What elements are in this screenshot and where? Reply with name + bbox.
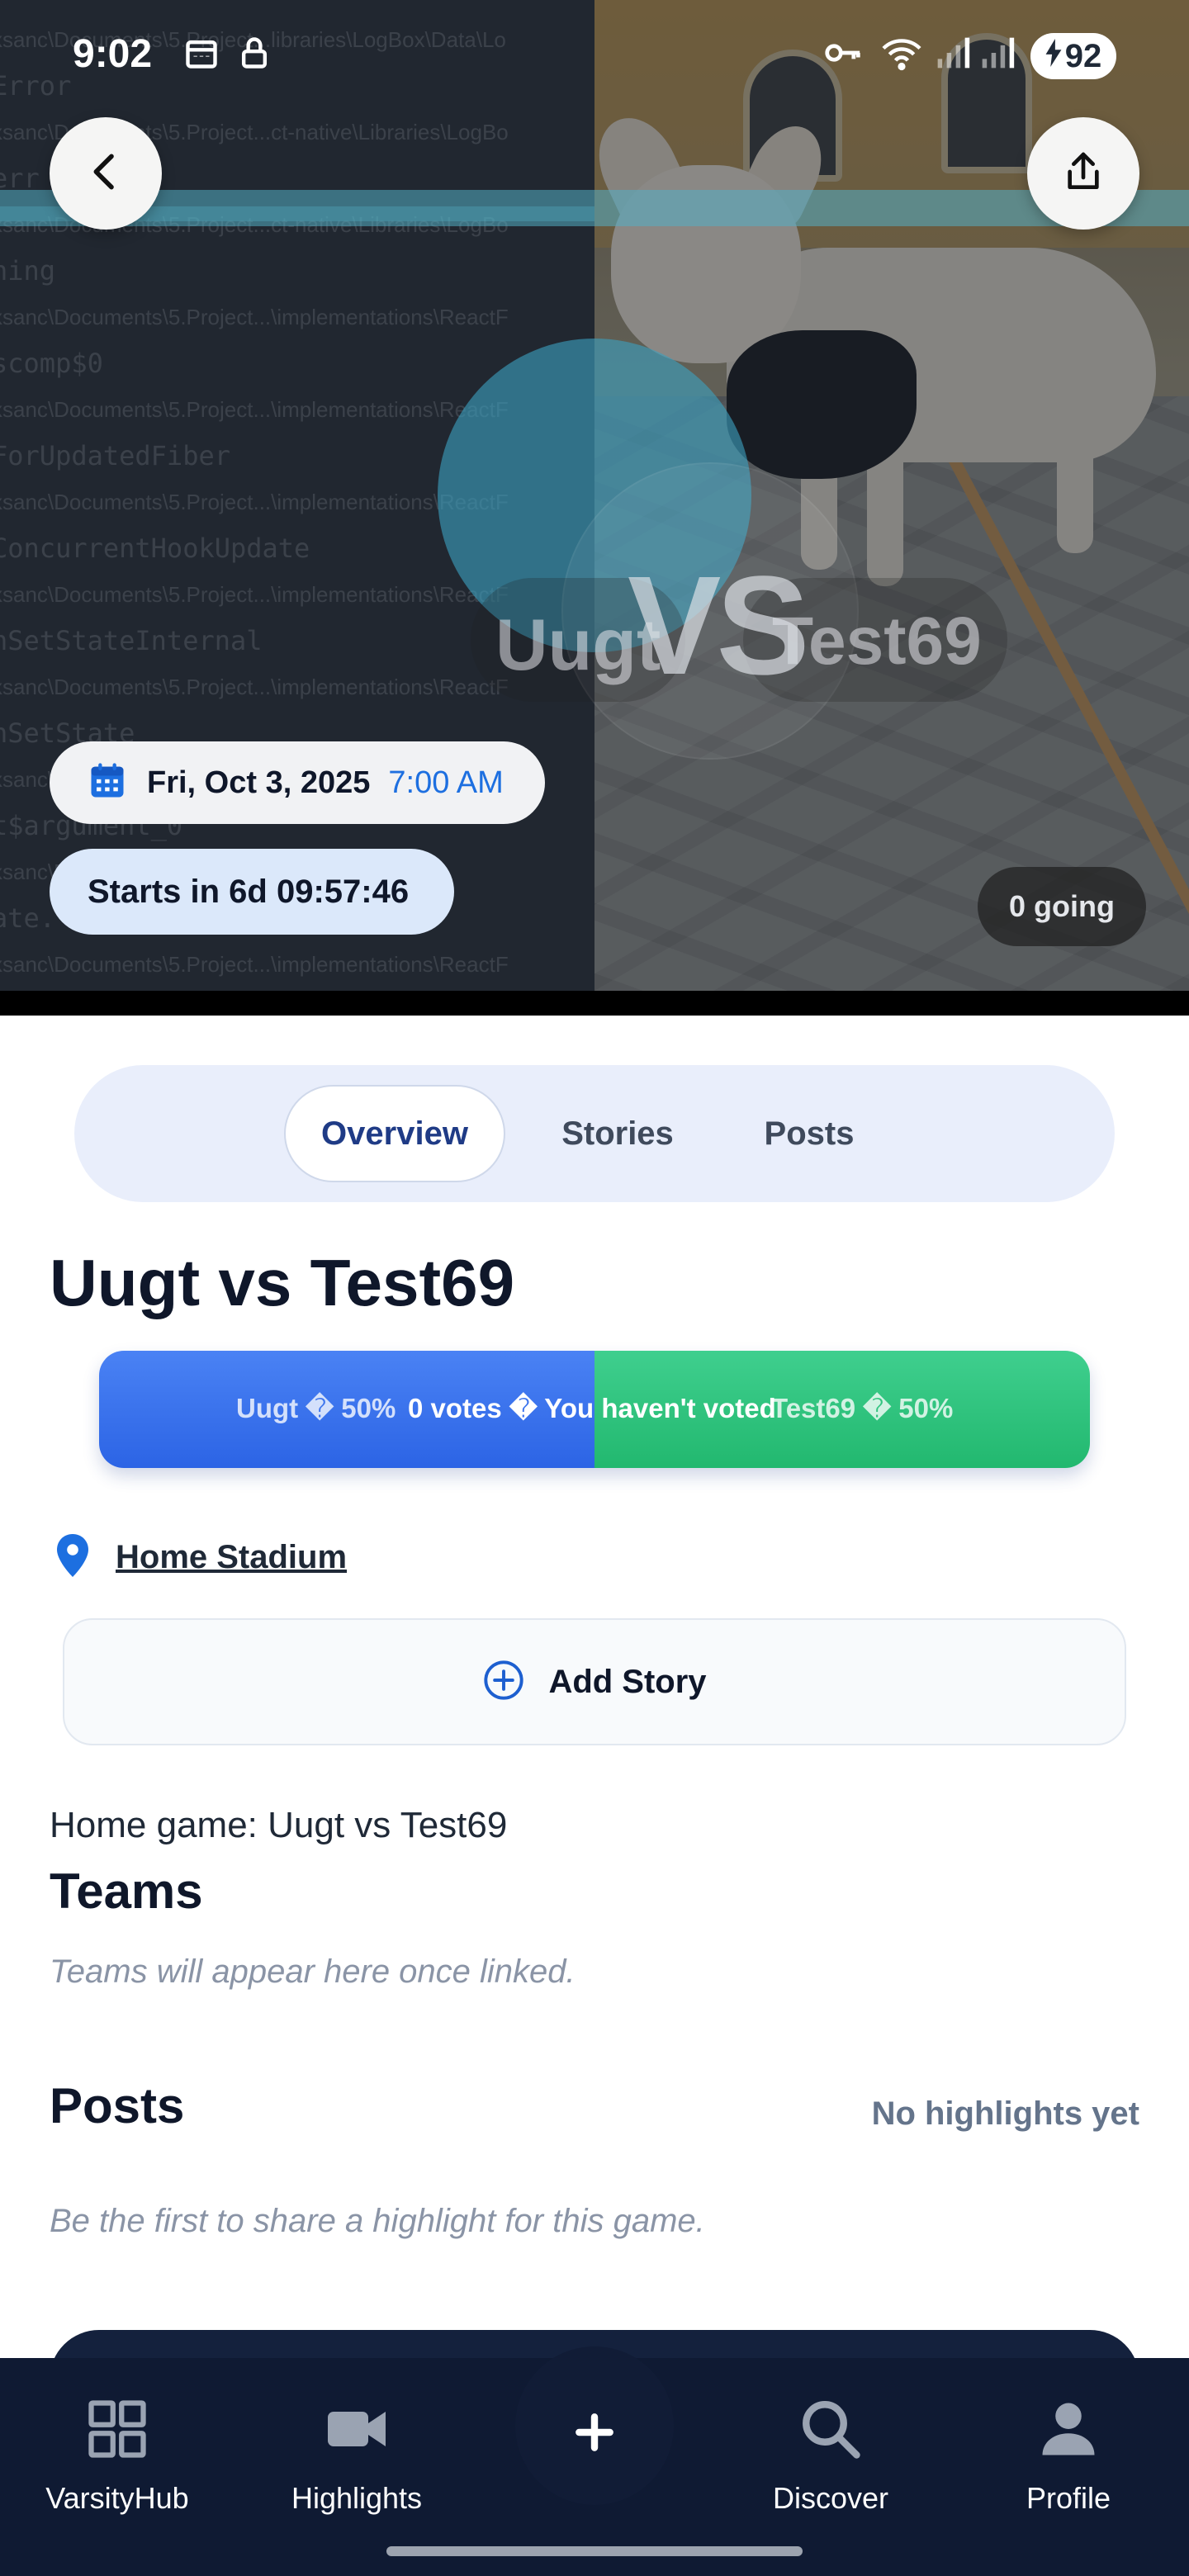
nav-create[interactable]: [545, 2401, 644, 2467]
back-button[interactable]: [50, 117, 162, 230]
tab-bar: Overview Stories Posts: [74, 1065, 1115, 1202]
status-bar: 9:02 92: [0, 0, 1189, 116]
nav-varsityhub[interactable]: VarsityHub: [10, 2394, 225, 2516]
vote-bar[interactable]: Uugt � 50% 0 votes � You haven't voted T…: [99, 1351, 1090, 1468]
posts-status: No highlights yet: [871, 2095, 1139, 2132]
nav-label: Profile: [1026, 2481, 1111, 2515]
chevron-left-icon: [83, 149, 129, 199]
going-count[interactable]: 0 going: [978, 867, 1146, 946]
vpn-key-icon: [822, 35, 862, 71]
lock-icon: [236, 35, 276, 71]
nav-label: VarsityHub: [45, 2481, 189, 2515]
battery-indicator: 92: [1030, 33, 1116, 79]
home-indicator[interactable]: [386, 2546, 803, 2556]
calendar-icon: [183, 35, 223, 71]
nav-highlights[interactable]: Highlights: [249, 2394, 464, 2516]
game-hero: xsanc\Documents\5.Project...libraries\Lo…: [0, 0, 1189, 991]
plus-icon: [571, 2409, 618, 2460]
nav-label: Discover: [772, 2481, 889, 2515]
signal-icon: [935, 35, 974, 71]
share-button[interactable]: [1027, 117, 1139, 230]
wifi-icon: [879, 35, 921, 71]
charging-icon: [1045, 38, 1062, 75]
add-story-label: Add Story: [548, 1663, 707, 1700]
grid-icon: [83, 2394, 152, 2468]
plus-circle-icon: [482, 1659, 525, 1706]
location-row[interactable]: Home Stadium: [53, 1532, 347, 1583]
battery-level: 92: [1064, 37, 1102, 74]
countdown-pill: Starts in 6d 09:57:46: [50, 849, 454, 935]
person-icon: [1034, 2394, 1103, 2468]
posts-empty-message: Be the first to share a highlight for th…: [50, 2203, 705, 2239]
tab-stories[interactable]: Stories: [537, 1085, 699, 1182]
tab-posts[interactable]: Posts: [727, 1085, 892, 1182]
search-icon: [796, 2394, 865, 2468]
location-link[interactable]: Home Stadium: [116, 1539, 347, 1576]
date-pill: Fri, Oct 3, 2025 7:00 AM: [50, 741, 545, 824]
game-time: 7:00 AM: [388, 765, 504, 800]
hero-vs: VS: [628, 547, 810, 704]
tab-overview[interactable]: Overview: [284, 1085, 505, 1182]
nav-label: Highlights: [291, 2481, 423, 2515]
game-date: Fri, Oct 3, 2025: [147, 765, 371, 800]
teams-empty-message: Teams will appear here once linked.: [50, 1953, 576, 1990]
posts-heading: Posts: [50, 2078, 185, 2133]
vote-right-label: Test69 � 50%: [771, 1393, 954, 1423]
game-description: Home game: Uugt vs Test69: [50, 1805, 508, 1845]
teams-heading: Teams: [50, 1863, 203, 1919]
map-pin-icon: [53, 1532, 92, 1583]
nav-discover[interactable]: Discover: [723, 2394, 938, 2516]
vote-left-label: Uugt � 50%: [236, 1393, 396, 1423]
signal-icon-2: [979, 35, 1019, 71]
page-title: Uugt vs Test69: [50, 1246, 515, 1319]
status-time: 9:02: [73, 32, 153, 76]
video-camera-icon: [322, 2394, 391, 2468]
share-icon: [1060, 149, 1106, 199]
nav-profile[interactable]: Profile: [961, 2394, 1176, 2516]
calendar-icon: [86, 760, 129, 807]
vote-summary: 0 votes � You haven't voted: [408, 1393, 776, 1423]
add-story-button[interactable]: Add Story: [63, 1618, 1126, 1745]
